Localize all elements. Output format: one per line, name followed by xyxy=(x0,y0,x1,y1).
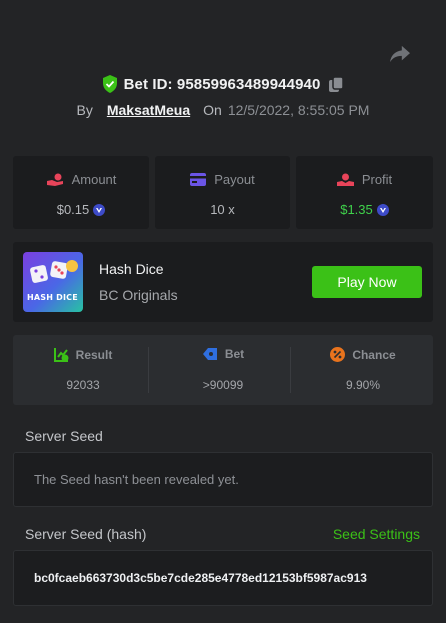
chance-label: Chance xyxy=(352,347,396,362)
payout-label: Payout xyxy=(214,172,255,187)
divider xyxy=(148,347,149,393)
thumb-text: HASH DICE xyxy=(27,293,78,302)
bet-datetime: 12/5/2022, 8:55:05 PM xyxy=(227,102,370,118)
result-column: Result 92033 xyxy=(13,335,153,405)
hand-coin-icon xyxy=(46,173,63,186)
chart-check-icon xyxy=(53,348,69,362)
shield-check-icon xyxy=(102,75,117,93)
bet-id-row: Bet ID: 95859963489944940 xyxy=(0,74,446,94)
percent-icon xyxy=(330,347,346,362)
on-label: On xyxy=(203,102,222,118)
result-value: 92033 xyxy=(66,378,100,392)
amount-label: Amount xyxy=(71,172,117,187)
by-label: By xyxy=(76,102,93,118)
username-link[interactable]: MaksatMeua xyxy=(107,102,190,118)
game-provider: BC Originals xyxy=(99,287,178,303)
chance-column: Chance 9.90% xyxy=(293,335,433,405)
payout-box: Payout 10 x xyxy=(155,156,290,229)
share-icon[interactable] xyxy=(389,44,411,64)
hand-money-icon xyxy=(336,173,354,186)
result-box: Result 92033 Bet >90099 Chance 9.90% xyxy=(13,335,433,405)
profit-value: $1.35 xyxy=(340,202,373,217)
divider xyxy=(290,347,291,393)
seed-settings-link[interactable]: Seed Settings xyxy=(333,526,420,542)
bet-meta-row: By MaksatMeua On 12/5/2022, 8:55:05 PM xyxy=(0,100,446,120)
payout-value: 10 x xyxy=(210,202,235,217)
profit-box: Profit $1.35 xyxy=(296,156,433,229)
server-seed-hash-value: bc0fcaeb663730d3c5be7cde285e4778ed12153b… xyxy=(34,571,367,585)
game-thumbnail[interactable]: HASH DICE xyxy=(23,252,83,312)
card-icon xyxy=(190,173,207,186)
bet-id: Bet ID: 95859963489944940 xyxy=(123,75,321,93)
bet-value: >90099 xyxy=(202,378,244,392)
amount-box: Amount $0.15 xyxy=(13,156,149,229)
chance-value: 9.90% xyxy=(345,378,381,392)
server-seed-label: Server Seed xyxy=(25,428,103,444)
copy-icon[interactable] xyxy=(328,75,345,93)
server-seed-message: The Seed hasn't been revealed yet. xyxy=(34,472,239,487)
server-seed-box: The Seed hasn't been revealed yet. xyxy=(13,452,433,507)
tag-icon xyxy=(202,348,217,360)
result-label: Result xyxy=(75,347,113,362)
profit-label: Profit xyxy=(361,172,393,187)
coin-icon xyxy=(93,203,106,216)
game-name: Hash Dice xyxy=(99,261,164,277)
coin-icon xyxy=(376,203,389,216)
server-seed-hash-label: Server Seed (hash) xyxy=(25,526,147,542)
bet-column: Bet >90099 xyxy=(153,335,293,405)
amount-value: $0.15 xyxy=(56,202,90,217)
server-seed-hash-box[interactable]: bc0fcaeb663730d3c5be7cde285e4778ed12153b… xyxy=(13,550,433,606)
play-now-button[interactable]: Play Now xyxy=(312,266,422,298)
bet-label: Bet xyxy=(224,347,245,361)
game-card: HASH DICE Hash Dice BC Originals Play No… xyxy=(13,242,433,322)
